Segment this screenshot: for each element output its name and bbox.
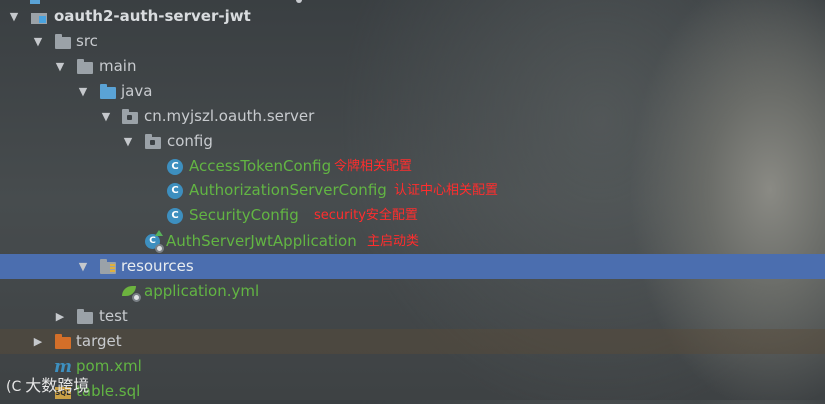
- tree-node-label: AuthorizationServerConfig: [189, 181, 387, 199]
- tree-node-file[interactable]: SQL table.sql: [0, 379, 825, 404]
- expand-arrow-icon[interactable]: ▼: [7, 4, 21, 29]
- tree-node-label: SecurityConfig: [189, 206, 299, 224]
- tree-node-config[interactable]: ▼ config: [0, 129, 825, 154]
- folder-icon: [55, 34, 71, 50]
- class-icon: C: [167, 159, 183, 175]
- watermark-text: 大数跨境: [25, 376, 90, 395]
- tree-node-label: resources: [121, 257, 194, 275]
- tree-node-file[interactable]: m pom.xml: [0, 354, 825, 379]
- tree-node-package[interactable]: ▼ cn.myjszl.oauth.server: [0, 104, 825, 129]
- package-icon: [122, 109, 138, 125]
- tree-node-label: main: [99, 57, 137, 75]
- expand-arrow-icon[interactable]: ▼: [53, 54, 67, 79]
- project-tree: ▼ oauth2-auth-server-jwt ▼ src ▼ main ▼ …: [0, 0, 825, 400]
- tree-node-project[interactable]: ▼ oauth2-auth-server-jwt: [0, 4, 825, 29]
- tree-node-label: test: [99, 307, 128, 325]
- resources-folder-icon: [100, 259, 116, 275]
- tree-node-label: oauth2-auth-server-jwt: [54, 7, 251, 25]
- tree-node-class[interactable]: C SecurityConfig security安全配置: [0, 203, 825, 228]
- annotation-text: 令牌相关配置: [334, 159, 413, 174]
- package-icon: [145, 134, 161, 150]
- collapse-arrow-icon[interactable]: ▶: [31, 329, 45, 354]
- tree-node-label: java: [121, 82, 153, 100]
- tree-node-class[interactable]: C AccessTokenConfig 令牌相关配置: [0, 154, 825, 179]
- annotation-text: 认证中心相关配置: [394, 183, 499, 198]
- folder-icon: [77, 59, 93, 75]
- spring-boot-class-icon: C: [145, 230, 164, 253]
- expand-arrow-icon[interactable]: ▼: [121, 129, 135, 154]
- watermark: (C 大数跨境: [6, 372, 89, 396]
- tree-node-app-class[interactable]: C AuthServerJwtApplication 主启动类: [0, 229, 825, 254]
- tree-node-label: cn.myjszl.oauth.server: [144, 107, 315, 125]
- excluded-folder-icon: [55, 334, 71, 350]
- expand-arrow-icon[interactable]: ▼: [76, 254, 90, 279]
- tree-node-java[interactable]: ▼ java: [0, 79, 825, 104]
- spring-config-file-icon: [122, 284, 141, 302]
- expand-arrow-icon[interactable]: ▼: [76, 79, 90, 104]
- tree-node-label: config: [167, 132, 213, 150]
- class-icon: C: [167, 208, 183, 224]
- tree-node-label: src: [76, 32, 98, 50]
- tree-node-target[interactable]: ▶ target: [0, 329, 825, 354]
- tree-node-label: AuthServerJwtApplication: [166, 232, 357, 250]
- tree-node-label: target: [76, 332, 122, 350]
- folder-icon: [77, 309, 93, 325]
- tree-node-class[interactable]: C AuthorizationServerConfig 认证中心相关配置: [0, 178, 825, 203]
- cut-off-icon: [296, 0, 302, 3]
- expand-arrow-icon[interactable]: ▼: [99, 104, 113, 129]
- tree-node-file[interactable]: application.yml: [0, 279, 825, 304]
- tree-node-test[interactable]: ▶ test: [0, 304, 825, 329]
- tree-node-label: AccessTokenConfig: [189, 157, 332, 175]
- expand-arrow-icon[interactable]: ▼: [31, 29, 45, 54]
- tree-node-main[interactable]: ▼ main: [0, 54, 825, 79]
- collapse-arrow-icon[interactable]: ▶: [53, 304, 67, 329]
- tree-node-src[interactable]: ▼ src: [0, 29, 825, 54]
- tree-node-label: application.yml: [144, 282, 260, 300]
- watermark-logo: (C: [6, 379, 22, 395]
- module-folder-icon: [31, 9, 47, 25]
- class-icon: C: [167, 183, 183, 199]
- annotation-text: 主启动类: [367, 234, 420, 249]
- tree-node-resources[interactable]: ▼ resources: [0, 254, 825, 279]
- source-folder-icon: [100, 84, 116, 100]
- annotation-text: security安全配置: [314, 208, 418, 223]
